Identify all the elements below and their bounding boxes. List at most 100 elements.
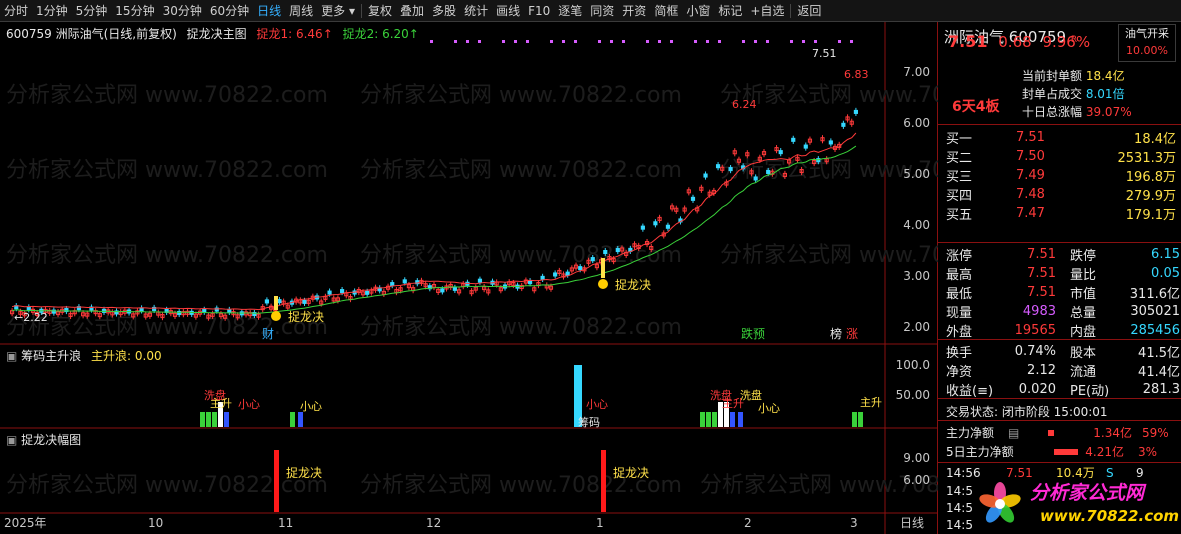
chip-annotation: 小心 <box>758 402 780 415</box>
stat-label: PE(动) <box>1070 384 1110 399</box>
sector-change: 10.00% <box>1126 44 1168 57</box>
price-axis-label: 6.00 <box>903 116 930 130</box>
amp-panel-title[interactable]: 捉龙决幅图 <box>21 433 81 447</box>
chip-bar <box>852 412 857 427</box>
low-price-marker: ←2.22 <box>14 311 48 324</box>
toolbar-item[interactable]: 开资 <box>618 0 650 22</box>
toolbar-item[interactable]: 分时 <box>0 0 32 22</box>
stat-value: 0.020 <box>1018 382 1056 397</box>
toolbar-item[interactable]: 画线 <box>492 0 524 22</box>
toolbar-item[interactable]: 叠加 <box>396 0 428 22</box>
main-panel-header: 600759 洲际油气(日线,前复权) 捉龙决主图 捉龙1: 6.46↑ 捉龙2… <box>6 25 419 42</box>
stat-value: 281.3 <box>1142 382 1180 397</box>
candle-body <box>227 308 232 313</box>
bid-price: 7.49 <box>1016 168 1045 183</box>
signal-dot <box>478 40 481 43</box>
collapse-icon[interactable]: ▣ <box>6 433 17 447</box>
seal-amount: 18.4亿 <box>1085 69 1125 83</box>
toolbar-item[interactable]: 5分钟 <box>72 0 112 22</box>
toolbar-item[interactable]: 小窗 <box>682 0 714 22</box>
tick-time-item: 14:5 <box>946 501 973 515</box>
watermark-text: 分析家公式网 www.70822.com <box>720 243 938 268</box>
chart-icon[interactable]: ▤ <box>1008 426 1028 440</box>
five-day-row: 5日主力净额 4.21亿 3% <box>938 442 1181 461</box>
collapse-icon[interactable]: ▣ <box>6 349 17 363</box>
stat-value: 4983 <box>1022 304 1056 319</box>
stat-label: 涨停 <box>946 249 973 264</box>
toolbar-item[interactable]: 统计 <box>460 0 492 22</box>
toolbar-item[interactable]: 同资 <box>586 0 618 22</box>
candle-body <box>703 173 708 178</box>
indicator-value-1: 捉龙1: 6.46↑ <box>256 27 333 41</box>
bid-row[interactable]: 买二 7.50 2531.3万 <box>938 147 1181 166</box>
candle-body <box>640 225 645 230</box>
chip-axis-label: 100.0 <box>896 358 930 372</box>
stat-label: 内盘 <box>1070 325 1097 340</box>
bid-row[interactable]: 买一 7.51 18.4亿 <box>938 128 1181 147</box>
price-change-pct: 9.96% <box>1042 33 1091 51</box>
toolbar-item[interactable]: F10 <box>524 0 554 22</box>
stat-row: 净资 2.12 流通 41.4亿 <box>938 361 1181 380</box>
sector-box[interactable]: 油气开采 10.00% <box>1118 24 1176 62</box>
candle-body <box>715 164 721 169</box>
toolbar-item[interactable]: 标记 <box>714 0 746 22</box>
toolbar-item[interactable]: 周线 <box>285 0 317 22</box>
candle-body <box>615 248 620 253</box>
signal-dot <box>718 40 721 43</box>
stat-value: 41.5亿 <box>1138 346 1180 361</box>
amp-axis-label: 6.00 <box>903 473 930 487</box>
signal-dot <box>610 40 613 43</box>
bid-label: 买四 <box>946 189 973 204</box>
signal-dot <box>706 40 709 43</box>
chip-bar <box>738 412 743 427</box>
toolbar-item[interactable]: 60分钟 <box>206 0 253 22</box>
main-net-value: 1.34亿 <box>1093 426 1132 440</box>
bid-volume: 2531.3万 <box>1117 151 1177 166</box>
axis-corner-label: 日线 <box>900 516 924 530</box>
candle-body <box>791 137 796 142</box>
toolbar-item[interactable]: +自选 <box>746 0 788 22</box>
watermark-text: 分析家公式网 www.70822.com <box>360 83 682 108</box>
candle-body <box>277 299 282 304</box>
chip-annotation: 小心 <box>238 398 260 411</box>
stat-value: 0.74% <box>1014 344 1056 359</box>
chip-panel-header: ▣ 筹码主升浪 主升浪: 0.00 <box>6 347 162 364</box>
signal-label: 捉龙决 <box>288 309 324 324</box>
toolbar-item[interactable]: 逐笔 <box>554 0 586 22</box>
candle-body <box>841 122 846 127</box>
bid-price: 7.47 <box>1016 206 1045 221</box>
high-price-marker: 6.24 <box>732 98 757 111</box>
stat-value: 311.6亿 <box>1129 287 1180 302</box>
signal-dot <box>802 40 805 43</box>
toolbar-item[interactable]: 复权 <box>364 0 396 22</box>
candle-body <box>340 289 345 294</box>
candle-body <box>202 308 207 313</box>
toolbar-item[interactable]: 多股 <box>428 0 460 22</box>
toolbar-item[interactable]: 30分钟 <box>159 0 206 22</box>
chart-area[interactable]: 分析家公式网 www.70822.com 分析家公式网 www.70822.com… <box>0 22 1042 534</box>
candle-body <box>853 109 858 114</box>
toolbar-item[interactable]: 更多 ▾ <box>317 0 359 22</box>
bid-row[interactable]: 买四 7.48 279.9万 <box>938 185 1181 204</box>
signal-dot <box>850 40 853 43</box>
indicator-name[interactable]: 捉龙决主图 <box>187 27 247 41</box>
chip-panel-title[interactable]: 筹码主升浪 <box>21 349 81 363</box>
chip-bar <box>730 412 735 427</box>
bid-volume: 196.8万 <box>1125 170 1176 185</box>
bid-row[interactable]: 买五 7.47 179.1万 <box>938 204 1181 223</box>
stat-value: 41.4亿 <box>1138 365 1180 380</box>
signal-dot <box>562 40 565 43</box>
stat-value: 285456 <box>1130 323 1180 338</box>
chip-bar <box>706 412 711 427</box>
toolbar-item[interactable]: 简框 <box>650 0 682 22</box>
last-price: 7.51 <box>948 32 988 51</box>
bid-row[interactable]: 买三 7.49 196.8万 <box>938 166 1181 185</box>
toolbar-item[interactable]: 返回 <box>793 0 825 22</box>
toolbar-item[interactable]: 日线 <box>253 0 285 22</box>
candle-body <box>766 169 771 174</box>
stat-label: 股本 <box>1070 346 1097 361</box>
toolbar-item[interactable]: 15分钟 <box>111 0 158 22</box>
bid-price: 7.51 <box>1016 130 1045 145</box>
kline-chart-svg[interactable]: 分析家公式网 www.70822.com 分析家公式网 www.70822.com… <box>0 22 1042 534</box>
toolbar-item[interactable]: 1分钟 <box>32 0 72 22</box>
